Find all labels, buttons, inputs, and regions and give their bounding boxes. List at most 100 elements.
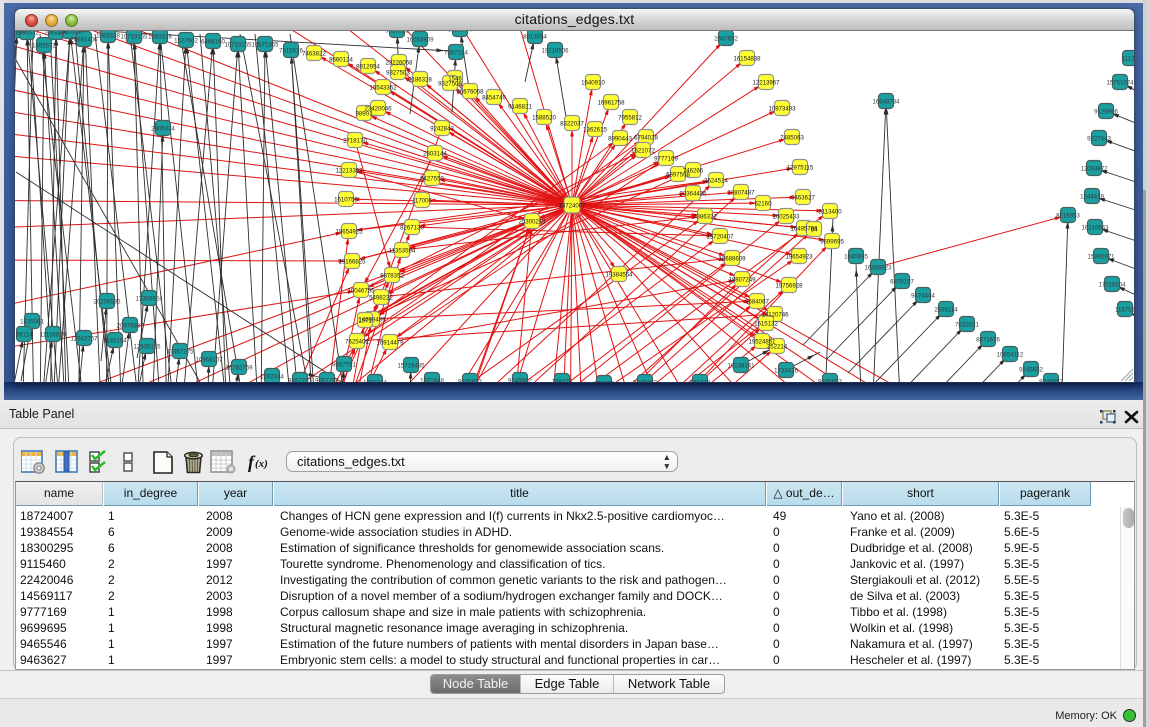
- svg-text:9146821: 9146821: [508, 103, 532, 110]
- svg-text:20364436: 20364436: [679, 190, 707, 197]
- svg-text:19218506: 19218506: [541, 47, 569, 54]
- svg-text:8454749: 8454749: [482, 94, 506, 101]
- svg-text:168478: 168478: [690, 379, 711, 382]
- svg-text:1065328: 1065328: [96, 32, 120, 39]
- svg-text:12505135: 12505135: [133, 343, 161, 350]
- svg-text:18724007: 18724007: [558, 202, 586, 209]
- svg-text:18807249: 18807249: [728, 276, 756, 283]
- svg-text:19654925: 19654925: [335, 228, 363, 235]
- svg-text:16648784: 16648784: [872, 98, 900, 105]
- svg-text:8427552: 8427552: [420, 175, 444, 182]
- svg-text:12093872: 12093872: [1080, 165, 1108, 172]
- svg-text:1621072: 1621072: [631, 147, 655, 154]
- svg-text:16543362: 16543362: [369, 84, 397, 91]
- svg-text:19654923: 19654923: [785, 253, 813, 260]
- svg-text:7463822: 7463822: [302, 50, 326, 57]
- svg-text:1292344: 1292344: [260, 373, 284, 380]
- svg-text:1065328: 1065328: [58, 31, 82, 35]
- svg-text:16671355: 16671355: [251, 41, 279, 48]
- svg-text:10046755: 10046755: [347, 287, 375, 294]
- svg-text:8186328: 8186328: [408, 76, 432, 83]
- svg-text:9515526: 9515526: [385, 31, 409, 34]
- svg-text:62160: 62160: [755, 200, 773, 207]
- svg-text:12975115: 12975115: [787, 164, 814, 171]
- svg-text:7515526: 7515526: [279, 47, 303, 54]
- svg-text:39114: 39114: [16, 331, 33, 338]
- svg-text:11353594: 11353594: [389, 247, 416, 254]
- svg-text:7357224: 7357224: [444, 49, 468, 56]
- svg-text:17016504: 17016504: [1098, 281, 1126, 288]
- svg-text:26676068: 26676068: [456, 88, 484, 95]
- svg-text:1362615: 1362615: [583, 126, 607, 133]
- svg-text:19384554: 19384554: [605, 271, 633, 278]
- svg-text:16154838: 16154838: [733, 55, 761, 62]
- svg-text:8660124: 8660124: [329, 56, 353, 63]
- svg-text:1640995: 1640995: [844, 253, 868, 260]
- svg-text:168478: 168478: [594, 380, 615, 382]
- svg-text:98901: 98901: [356, 110, 374, 117]
- svg-text:16858923: 16858923: [864, 264, 892, 271]
- svg-text:9245652: 9245652: [1039, 378, 1063, 382]
- svg-text:20975887: 20975887: [116, 322, 144, 329]
- svg-text:7955812: 7955812: [618, 114, 642, 121]
- svg-text:9657791: 9657791: [288, 377, 312, 382]
- svg-text:19756928: 19756928: [775, 282, 803, 289]
- svg-text:9327503: 9327503: [386, 69, 410, 76]
- svg-text:2803144: 2803144: [423, 150, 447, 157]
- svg-text:12942757: 12942757: [70, 335, 98, 342]
- svg-text:1145194: 1145194: [103, 337, 127, 344]
- svg-text:11124: 11124: [1122, 55, 1134, 62]
- svg-text:3113400: 3113400: [818, 208, 842, 215]
- svg-text:16914479: 16914479: [376, 339, 404, 346]
- svg-text:9245652: 9245652: [508, 377, 532, 382]
- svg-text:7632621: 7632621: [955, 321, 979, 328]
- svg-text:117006: 117006: [412, 197, 432, 204]
- svg-text:9245652: 9245652: [458, 378, 482, 382]
- svg-text:8813054: 8813054: [523, 33, 547, 40]
- svg-text:1571: 1571: [358, 317, 372, 324]
- svg-text:8471676: 8471676: [976, 336, 1000, 343]
- svg-text:8912954: 8912954: [356, 63, 380, 70]
- svg-text:15720407: 15720407: [706, 233, 734, 240]
- svg-text:15716485: 15716485: [397, 362, 425, 369]
- svg-text:20206535: 20206535: [93, 298, 121, 305]
- svg-text:1733426: 1733426: [774, 367, 798, 374]
- svg-text:9227343: 9227343: [1087, 135, 1111, 142]
- svg-text:10688609: 10688609: [718, 255, 746, 262]
- svg-text:168478: 168478: [552, 378, 573, 382]
- svg-text:1527602: 1527602: [174, 37, 198, 44]
- svg-text:10025433: 10025433: [772, 213, 800, 220]
- svg-text:2935114: 2935114: [934, 306, 958, 313]
- svg-text:64: 64: [811, 226, 818, 233]
- svg-text:8878352: 8878352: [380, 272, 404, 279]
- svg-text:6794028: 6794028: [634, 134, 658, 141]
- svg-text:1435061: 1435061: [20, 318, 44, 325]
- svg-text:6466160: 6466160: [201, 38, 225, 45]
- svg-text:1588520: 1588520: [532, 114, 556, 121]
- svg-text:17957275: 17957275: [166, 348, 194, 355]
- svg-text:11156829: 11156829: [40, 331, 67, 338]
- svg-text:23226058: 23226058: [385, 59, 413, 66]
- svg-text:10807487: 10807487: [727, 189, 755, 196]
- svg-text:7485063: 7485063: [780, 134, 804, 141]
- svg-text:16782759: 16782759: [225, 364, 253, 371]
- svg-text:16961758: 16961758: [597, 99, 625, 106]
- svg-text:2687652: 2687652: [714, 35, 738, 42]
- svg-text:8267130: 8267130: [400, 224, 424, 231]
- svg-text:10958107: 10958107: [195, 356, 223, 363]
- svg-text:16136141: 16136141: [727, 362, 755, 369]
- svg-text:10719155: 10719155: [120, 33, 148, 40]
- svg-text:9463627: 9463627: [791, 194, 815, 201]
- svg-text:20691406: 20691406: [70, 36, 98, 43]
- svg-text:8215953: 8215953: [1056, 212, 1080, 219]
- svg-text:15751074: 15751074: [1106, 79, 1134, 86]
- svg-text:8990443: 8990443: [608, 135, 632, 142]
- svg-text:6879197: 6879197: [890, 278, 914, 285]
- svg-text:16210643: 16210643: [1081, 224, 1109, 231]
- svg-text:9129966: 9129966: [1094, 108, 1118, 115]
- svg-text:5498222: 5498222: [369, 294, 393, 301]
- svg-text:9245652: 9245652: [1019, 366, 1043, 373]
- svg-text:15892971: 15892971: [1087, 253, 1115, 260]
- svg-text:116753: 116753: [1115, 306, 1134, 313]
- svg-text:8322037: 8322037: [560, 120, 584, 127]
